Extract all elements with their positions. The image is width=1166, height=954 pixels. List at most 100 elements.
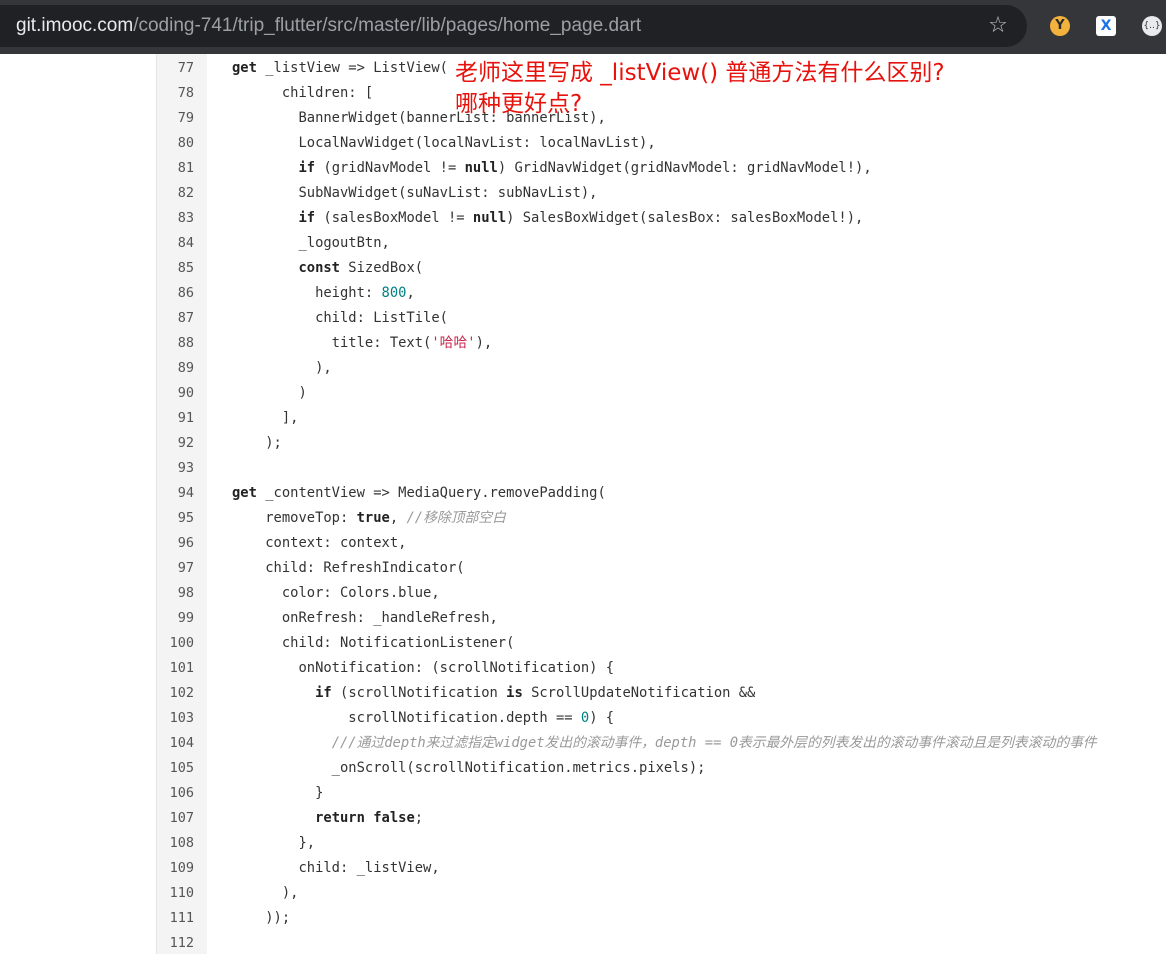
code-token: ], — [232, 410, 299, 426]
line-number[interactable]: 87 — [157, 306, 194, 331]
code-text: ) — [232, 381, 306, 406]
line-number[interactable]: 102 — [157, 681, 194, 706]
code-line: 112 — [0, 931, 1166, 954]
line-number[interactable]: 111 — [157, 906, 194, 931]
code-line: 85 const SizedBox( — [0, 256, 1166, 281]
json-extension-icon[interactable]: {..} — [1142, 16, 1162, 36]
code-text: height: 800, — [232, 281, 415, 306]
line-number[interactable]: 96 — [157, 531, 194, 556]
code-line: 93 — [0, 456, 1166, 481]
code-line: 84 _logoutBtn, — [0, 231, 1166, 256]
code-text: get _listView => ListView( — [232, 56, 448, 81]
line-number[interactable]: 88 — [157, 331, 194, 356]
line-number[interactable]: 78 — [157, 81, 194, 106]
code-token: return — [315, 810, 365, 826]
code-text: ), — [232, 356, 332, 381]
code-text: SubNavWidget(suNavList: subNavList), — [232, 181, 597, 206]
code-text: LocalNavWidget(localNavList: localNavLis… — [232, 131, 656, 156]
x-extension-icon[interactable]: X — [1096, 16, 1116, 36]
yiban-extension-icon[interactable]: Y — [1050, 16, 1070, 36]
code-line: 89 ), — [0, 356, 1166, 381]
handwritten-annotation: 老师这里写成 _listView() 普通方法有什么区别? 哪种更好点? — [455, 58, 1055, 120]
code-token: height: — [232, 285, 382, 301]
line-number[interactable]: 91 — [157, 406, 194, 431]
code-token: ) SalesBoxWidget(salesBox: salesBoxModel… — [506, 210, 864, 226]
code-token: (scrollNotification — [331, 685, 507, 701]
code-token: )); — [232, 910, 291, 926]
line-number[interactable]: 108 — [157, 831, 194, 856]
code-text: title: Text('哈哈'), — [232, 331, 493, 356]
address-bar-url[interactable]: git.imooc.com/coding-741/trip_flutter/sr… — [16, 5, 641, 47]
code-token: LocalNavWidget(localNavList: localNavLis… — [232, 135, 656, 151]
code-text: child: _listView, — [232, 856, 440, 881]
code-token: get — [232, 60, 257, 76]
code-text: ), — [232, 881, 299, 906]
code-token: onNotification: (scrollNotification) { — [232, 660, 615, 676]
line-number[interactable]: 79 — [157, 106, 194, 131]
code-token: ) GridNavWidget(gridNavModel: gridNavMod… — [497, 160, 872, 176]
code-token: color: Colors.blue, — [232, 585, 440, 601]
line-number[interactable]: 80 — [157, 131, 194, 156]
code-line: 109 child: _listView, — [0, 856, 1166, 881]
code-token: _contentView => MediaQuery.removePadding… — [256, 485, 606, 501]
code-token: '哈哈' — [431, 335, 476, 351]
code-token: 0 — [580, 710, 590, 726]
line-number[interactable]: 100 — [157, 631, 194, 656]
code-line: 103 scrollNotification.depth == 0) { — [0, 706, 1166, 731]
line-number[interactable]: 92 — [157, 431, 194, 456]
code-line: 108 }, — [0, 831, 1166, 856]
line-number[interactable]: 94 — [157, 481, 194, 506]
line-number[interactable]: 101 — [157, 656, 194, 681]
line-number[interactable]: 85 — [157, 256, 194, 281]
line-number[interactable]: 82 — [157, 181, 194, 206]
code-line: 107 return false; — [0, 806, 1166, 831]
code-text: )); — [232, 906, 290, 931]
line-number[interactable]: 106 — [157, 781, 194, 806]
line-number[interactable]: 110 — [157, 881, 194, 906]
line-number[interactable]: 95 — [157, 506, 194, 531]
code-text: child: NotificationListener( — [232, 631, 515, 656]
code-token: SizedBox( — [340, 260, 424, 276]
code-token: //移除顶部空白 — [406, 510, 506, 526]
code-line: 96 context: context, — [0, 531, 1166, 556]
code-text: } — [232, 781, 323, 806]
line-number[interactable]: 89 — [157, 356, 194, 381]
line-number[interactable]: 86 — [157, 281, 194, 306]
line-number[interactable]: 81 — [157, 156, 194, 181]
code-token: _onScroll(scrollNotification.metrics.pix… — [232, 760, 706, 776]
star-icon[interactable]: ☆ — [985, 5, 1011, 47]
browser-toolbar: git.imooc.com/coding-741/trip_flutter/sr… — [0, 0, 1166, 54]
code-text: if (gridNavModel != null) GridNavWidget(… — [232, 156, 872, 181]
line-number[interactable]: 109 — [157, 856, 194, 881]
line-number[interactable]: 104 — [157, 731, 194, 756]
line-number[interactable]: 77 — [157, 56, 194, 81]
line-number[interactable]: 99 — [157, 606, 194, 631]
address-bar[interactable]: git.imooc.com/coding-741/trip_flutter/sr… — [0, 5, 1027, 47]
line-number[interactable]: 90 — [157, 381, 194, 406]
line-number[interactable]: 103 — [157, 706, 194, 731]
code-token: child: _listView, — [232, 860, 440, 876]
code-token: ), — [232, 360, 332, 376]
line-number[interactable]: 97 — [157, 556, 194, 581]
code-line: 101 onNotification: (scrollNotification)… — [0, 656, 1166, 681]
line-number[interactable]: 93 — [157, 456, 194, 481]
code-line: 91 ], — [0, 406, 1166, 431]
line-number[interactable]: 107 — [157, 806, 194, 831]
code-line: 100 child: NotificationListener( — [0, 631, 1166, 656]
line-number[interactable]: 84 — [157, 231, 194, 256]
line-number[interactable]: 83 — [157, 206, 194, 231]
code-token: null — [472, 210, 507, 226]
code-text: ); — [232, 431, 282, 456]
code-line: 82 SubNavWidget(suNavList: subNavList), — [0, 181, 1166, 206]
code-line: 83 if (salesBoxModel != null) SalesBoxWi… — [0, 206, 1166, 231]
line-number[interactable]: 98 — [157, 581, 194, 606]
url-host: git.imooc.com — [16, 15, 134, 36]
line-number[interactable]: 105 — [157, 756, 194, 781]
code-text: child: RefreshIndicator( — [232, 556, 464, 581]
line-number[interactable]: 112 — [157, 931, 194, 954]
